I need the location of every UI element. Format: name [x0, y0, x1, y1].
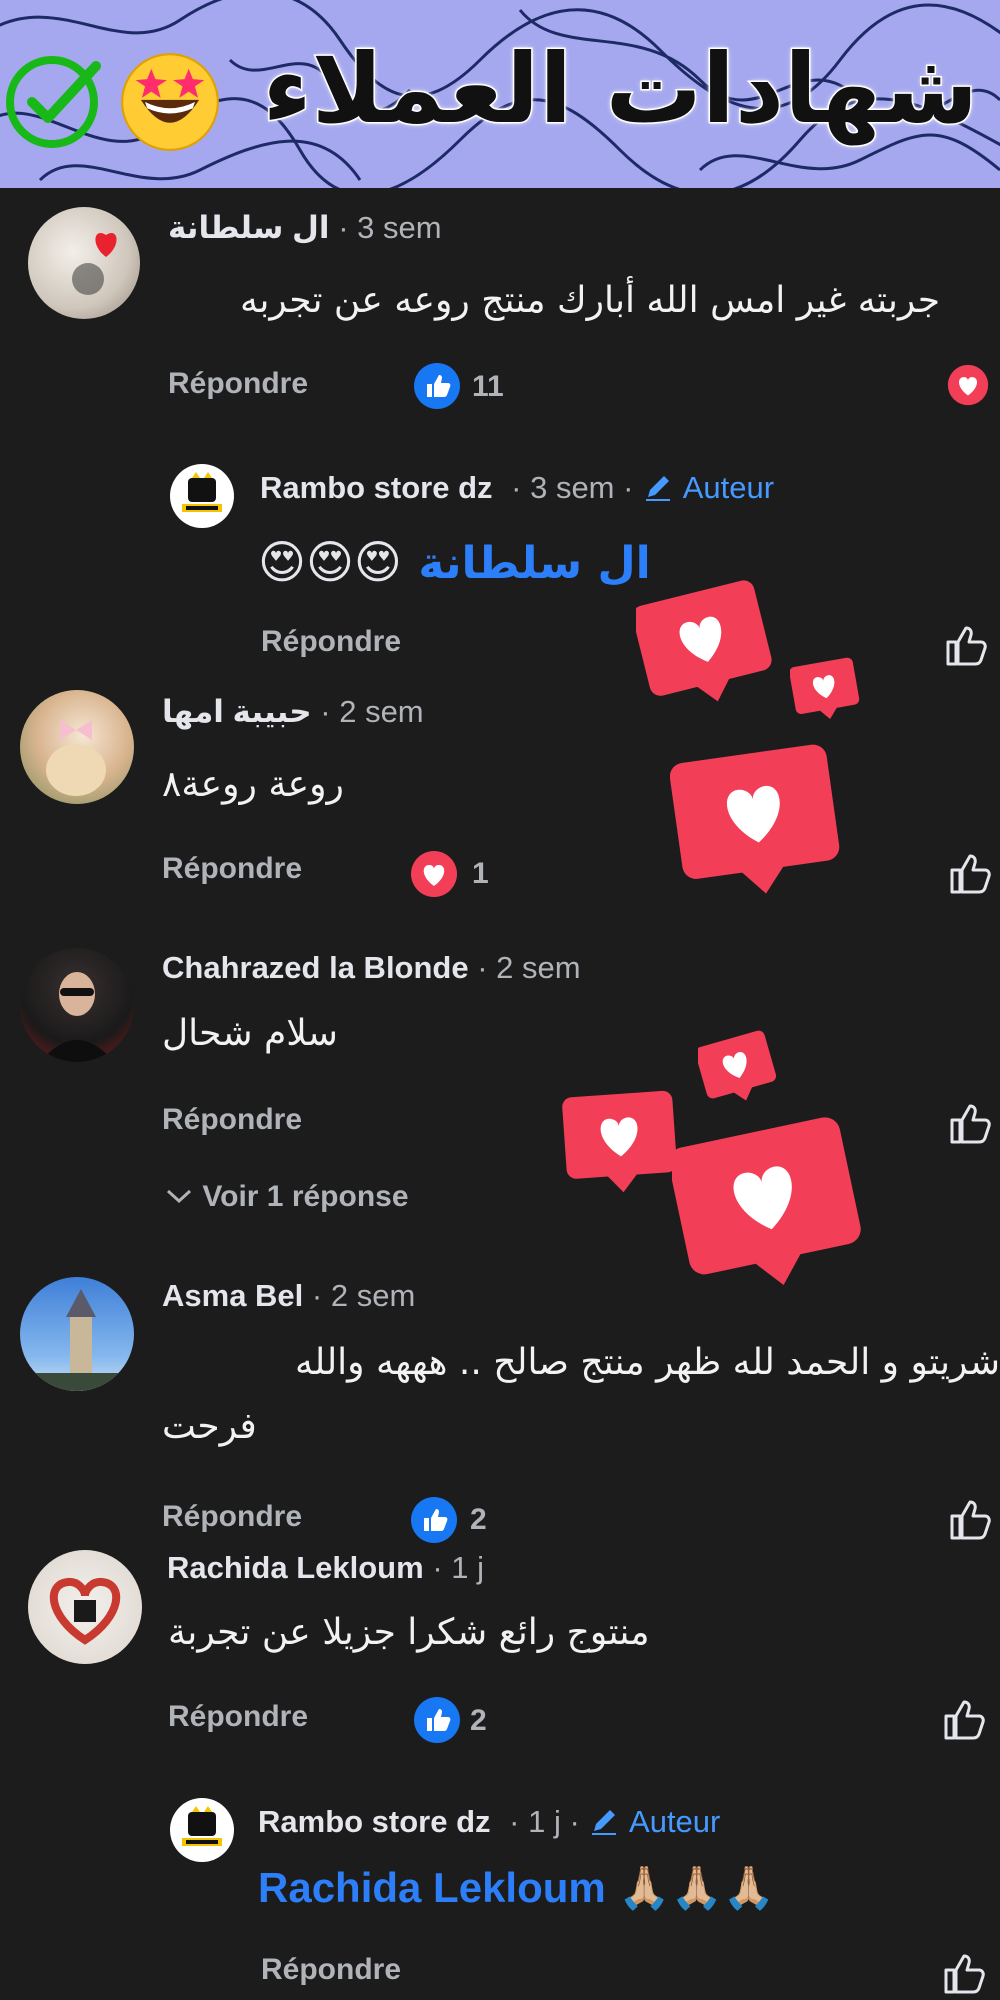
heart-sticker-icon — [672, 1117, 861, 1286]
avatar[interactable] — [28, 207, 140, 319]
avatar-hands-heart-icon — [49, 1577, 121, 1645]
like-reaction-icon[interactable] — [410, 1496, 458, 1544]
mention-link[interactable]: Rachida Lekloum — [258, 1864, 606, 1911]
reply-button[interactable]: Répondre — [168, 1700, 308, 1734]
heart-sticker-icon — [698, 1030, 776, 1101]
like-reaction-icon[interactable] — [413, 362, 461, 410]
thumbs-up-icon[interactable] — [946, 1098, 996, 1148]
heart-sticker-icon — [670, 744, 840, 894]
comment-text: جربته غير امس الله أبارك منتج روعه عن تج… — [240, 280, 940, 321]
heart-sticker-icon — [790, 657, 860, 719]
reply-button[interactable]: Répondre — [261, 625, 401, 659]
chevron-down-icon — [166, 1189, 192, 1204]
thumbs-up-icon[interactable] — [940, 1948, 990, 1998]
mention-link[interactable]: ال سلطانة — [418, 538, 650, 589]
reaction-count: 2 — [470, 1503, 487, 1536]
comment-text-line: فرحت — [162, 1406, 257, 1447]
avatar[interactable] — [20, 690, 134, 804]
reaction-count: 2 — [470, 1704, 487, 1737]
store-logo-avatar[interactable] — [170, 1798, 234, 1862]
emoji-text: 🙏🏼🙏🏼🙏🏼 — [618, 1864, 776, 1911]
comment-author[interactable]: Rachida Lekloum · 1 j — [167, 1550, 484, 1586]
comment-text: سلام شحال — [162, 1013, 338, 1054]
reaction-count: 11 — [472, 370, 504, 403]
comment-author[interactable]: ال سلطانة · 3 sem — [168, 210, 442, 246]
reply-button[interactable]: Répondre — [162, 852, 302, 886]
emoji-text: 😍😍😍 — [258, 536, 402, 588]
reply-content: 😍😍😍 ال سلطانة — [258, 535, 651, 589]
reply-content: Rachida Lekloum 🙏🏼🙏🏼🙏🏼 — [258, 1864, 775, 1913]
author-tag: Auteur — [682, 470, 775, 505]
avatar-portrait-icon — [40, 972, 114, 1062]
pencil-icon — [592, 1810, 617, 1835]
thumbs-up-icon[interactable] — [946, 1494, 996, 1544]
comment-author[interactable]: Chahrazed la Blonde · 2 sem — [162, 950, 581, 986]
comment-author[interactable]: Asma Bel · 2 sem — [162, 1278, 415, 1314]
comment-author[interactable]: حبيبة امها · 2 sem — [162, 694, 424, 730]
avatar-bow-icon — [46, 720, 106, 796]
like-reaction-icon[interactable] — [413, 1696, 461, 1744]
avatar-heart-icon — [72, 233, 117, 295]
reply-button[interactable]: Répondre — [162, 1500, 302, 1534]
love-reaction-icon[interactable] — [410, 850, 458, 898]
store-logo-icon — [182, 472, 222, 512]
reply-button[interactable]: Répondre — [261, 1953, 401, 1987]
author-tag: Auteur — [629, 1804, 721, 1839]
comment-author[interactable]: Rambo store dz · 1 j · Auteur — [258, 1804, 720, 1840]
comment-author[interactable]: Rambo store dz · 3 sem · Auteur — [260, 470, 774, 506]
avatar[interactable] — [28, 1550, 142, 1664]
pencil-icon — [646, 476, 671, 501]
love-reaction-icon[interactable] — [947, 364, 989, 406]
banner-title: شهادات العملاء — [261, 33, 979, 146]
avatar-tower-icon — [20, 1289, 134, 1391]
store-logo-icon — [182, 1806, 222, 1846]
thumbs-up-icon[interactable] — [942, 620, 992, 670]
thumbs-up-icon[interactable] — [946, 848, 996, 898]
check-circle-icon — [6, 56, 101, 148]
avatar[interactable] — [20, 1277, 134, 1391]
reaction-count: 1 — [472, 857, 489, 890]
comment-text: منتوج رائع شكرا جزيلا عن تجربة — [168, 1612, 650, 1653]
store-logo-avatar[interactable] — [170, 464, 234, 528]
comment-text: روعة روعة٨ — [162, 764, 344, 805]
thumbs-up-icon[interactable] — [940, 1694, 990, 1744]
heart-sticker-icon — [562, 1090, 677, 1193]
view-replies-link[interactable]: Voir 1 réponse — [164, 1180, 409, 1214]
testimonials-banner: شهادات العملاء — [0, 0, 1000, 188]
reply-button[interactable]: Répondre — [168, 367, 308, 401]
comment-text-line: شريتو و الحمد لله ظهر منتج صالح .. هههه … — [294, 1342, 1000, 1383]
reply-button[interactable]: Répondre — [162, 1103, 302, 1137]
star-eyes-emoji-icon — [121, 53, 219, 151]
heart-sticker-icon — [636, 580, 772, 702]
avatar[interactable] — [20, 948, 134, 1062]
